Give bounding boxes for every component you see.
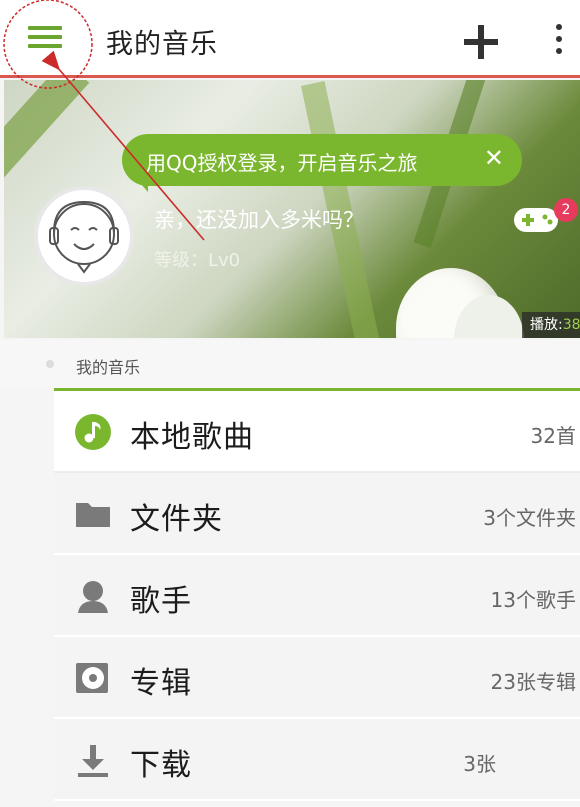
close-icon[interactable]: ✕ [484, 144, 504, 172]
section-title: 我的音乐 [76, 358, 141, 377]
play-count-value: 38 [562, 317, 580, 333]
folder-icon [76, 503, 110, 527]
list-item-count: 13个歌手 [490, 588, 576, 612]
list-item-singers[interactable]: 歌手 13个歌手 [54, 555, 580, 637]
music-library-list: 本地歌曲 32首 文件夹 3个文件夹 歌手 13个歌手 专辑 23张专辑 下载 … [54, 391, 580, 801]
list-item-count: 23张专辑 [490, 670, 576, 694]
list-item-label: 文件夹 [130, 502, 223, 537]
section-bullet-icon [46, 360, 54, 368]
gamepad-icon[interactable] [514, 206, 558, 234]
list-item-count: 32首 [530, 424, 576, 448]
user-level: 等级：Lv0 [154, 250, 241, 271]
list-item-label: 歌手 [130, 584, 192, 619]
list-item-count: 3个文件夹 [483, 506, 576, 530]
top-app-bar: 我的音乐 [0, 0, 580, 78]
avatar[interactable] [34, 186, 134, 286]
list-item-local-songs[interactable]: 本地歌曲 32首 [54, 391, 580, 473]
list-item-label: 本地歌曲 [130, 420, 254, 455]
play-count-label: 播放:38 [522, 312, 580, 338]
notification-badge: 2 [554, 198, 578, 222]
singer-icon [78, 581, 108, 613]
play-label: 播放: [530, 317, 563, 333]
page-title: 我的音乐 [106, 29, 218, 60]
section-header: 我的音乐 [0, 340, 580, 388]
list-item-label: 下载 [130, 748, 192, 783]
list-item-downloads[interactable]: 下载 3张 [54, 719, 580, 801]
login-prompt-text: 用QQ授权登录，开启音乐之旅 [146, 151, 418, 175]
list-item-label: 专辑 [130, 666, 192, 701]
default-avatar-face-icon [49, 200, 119, 274]
music-note-icon [75, 414, 111, 450]
list-item-albums[interactable]: 专辑 23张专辑 [54, 637, 580, 719]
album-icon [76, 663, 108, 693]
profile-banner: 用QQ授权登录，开启音乐之旅 ✕ 亲，还没加入多米吗？ 等级：Lv0 2 播放:… [4, 80, 580, 338]
login-prompt-bubble[interactable]: 用QQ授权登录，开启音乐之旅 ✕ [122, 134, 522, 192]
add-icon[interactable] [464, 25, 498, 59]
user-status-message: 亲，还没加入多米吗？ [154, 208, 364, 232]
menu-icon[interactable] [28, 26, 62, 56]
download-icon [78, 745, 108, 777]
more-options-icon[interactable] [552, 24, 566, 60]
list-item-count: 3张 [463, 752, 496, 776]
list-item-folders[interactable]: 文件夹 3个文件夹 [54, 473, 580, 555]
